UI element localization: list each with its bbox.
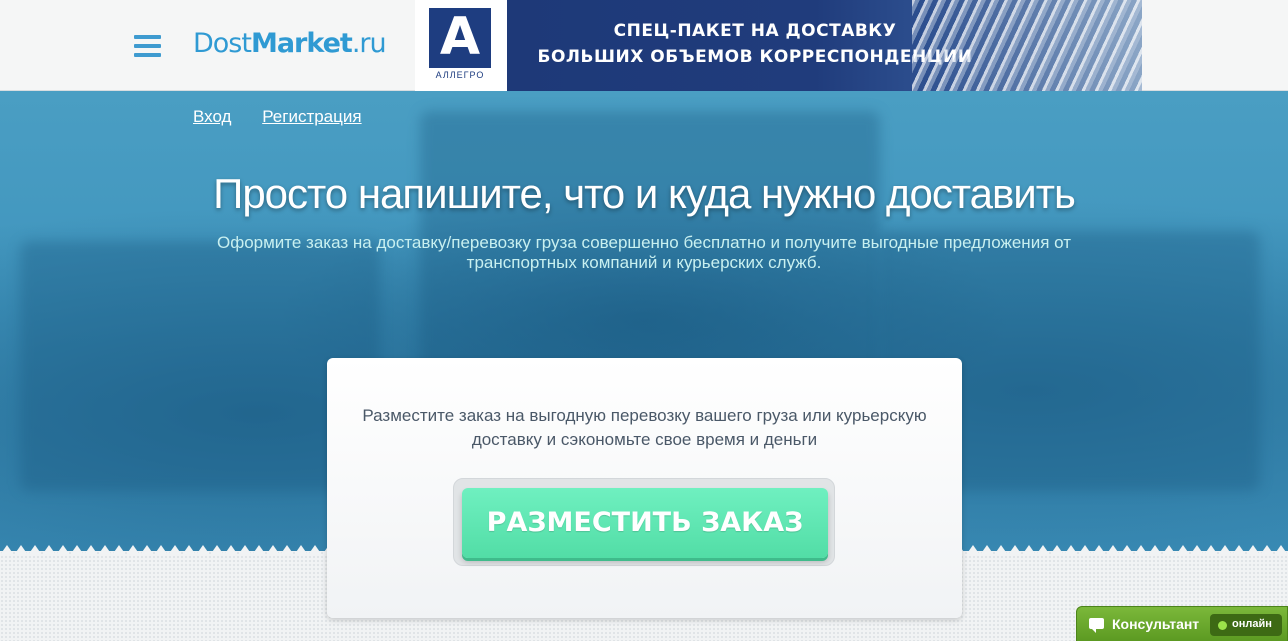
consultant-label: Консультант xyxy=(1112,616,1200,632)
order-card-text: Разместите заказ на выгодную перевозку в… xyxy=(362,406,927,449)
register-link[interactable]: Регистрация xyxy=(262,107,361,126)
allegro-logo-name: АЛЛЕГРО xyxy=(435,70,485,80)
logo-part-1: Dost xyxy=(193,28,252,59)
logo-part-2: Market xyxy=(250,28,353,59)
consultant-widget[interactable]: Консультант онлайн xyxy=(1076,606,1288,641)
online-status-badge: онлайн xyxy=(1210,614,1282,636)
hamburger-menu-icon[interactable] xyxy=(134,35,161,57)
banner-papers-image xyxy=(912,0,1142,91)
hero-subtitle: Оформите заказ на доставку/перевозку гру… xyxy=(216,233,1071,272)
chat-bubble-icon xyxy=(1089,618,1104,633)
order-button-frame: РАЗМЕСТИТЬ ЗАКАЗ xyxy=(453,478,835,566)
advertising-banner[interactable]: А АЛЛЕГРО СПЕЦ-ПАКЕТ НА ДОСТАВКУ БОЛЬШИХ… xyxy=(415,0,1142,91)
online-dot-icon xyxy=(1218,621,1227,630)
online-status-text: онлайн xyxy=(1232,618,1272,630)
allegro-logo-letter: А xyxy=(439,7,481,67)
auth-links: Вход Регистрация xyxy=(193,107,388,127)
login-link[interactable]: Вход xyxy=(193,107,231,126)
hero-title: Просто напишите, что и куда нужно достав… xyxy=(213,170,1076,217)
allegro-logo: А АЛЛЕГРО xyxy=(415,0,507,91)
site-header: DostMarket.ru А АЛЛЕГРО СПЕЦ-ПАКЕТ НА ДО… xyxy=(0,0,1288,91)
blurred-truck-image xyxy=(20,241,380,491)
place-order-button[interactable]: РАЗМЕСТИТЬ ЗАКАЗ xyxy=(462,488,828,558)
order-card: Разместите заказ на выгодную перевозку в… xyxy=(327,358,962,618)
logo-part-3: .ru xyxy=(351,28,387,59)
site-logo[interactable]: DostMarket.ru xyxy=(193,28,387,59)
